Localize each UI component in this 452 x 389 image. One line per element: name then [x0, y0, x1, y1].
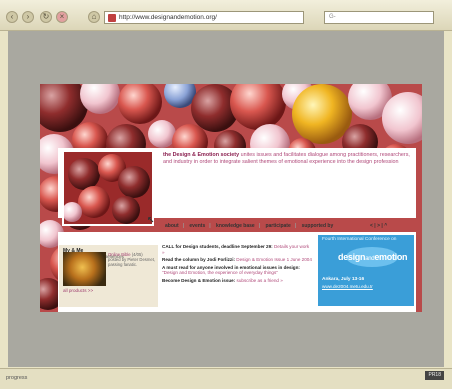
news-list: CALL for Design students, deadline Septe… [162, 244, 312, 285]
search-label: G- [329, 14, 336, 20]
conference-logo: designandemotion [338, 252, 408, 262]
nav-participate[interactable]: participate [265, 223, 290, 229]
search-field[interactable]: G- [324, 11, 434, 24]
status-text: progress [6, 375, 28, 381]
site-nav: about | events | knowledge base | participa… [165, 223, 334, 229]
browser-toolbar: ‹ › ↻ × ⌂ http://www.designandemotion.or… [0, 0, 452, 31]
news-item: CALL for Design students, deadline Septe… [162, 244, 310, 255]
featured-caption: Online Bible (4/05) posted by Pieter Des… [108, 252, 156, 267]
header-photo [62, 150, 154, 226]
address-url: http://www.designandemotion.org/ [119, 14, 217, 21]
news-link[interactable]: Design & Emotion Issue 1 June 2004 [236, 257, 312, 262]
favicon-icon [108, 14, 116, 22]
featured-thumbnail[interactable] [63, 252, 106, 286]
home-button[interactable]: ⌂ [88, 11, 100, 23]
intro-brand: the Design & Emotion society [163, 152, 240, 158]
corner-arrow-icon: ↖ [147, 215, 155, 225]
news-item: Become Design & Emotion issue: subscribe… [162, 277, 283, 283]
status-badge: PR18 [425, 371, 444, 380]
conference-link[interactable]: www.de2004.metu.edu.tr [322, 284, 373, 289]
status-bar: progress PR18 [0, 368, 452, 389]
nav-events[interactable]: events [189, 223, 205, 229]
news-item: Read the column by Jodi Forlizzi: Design… [162, 257, 312, 262]
conference-date: Ankara, July 13-16 [322, 277, 365, 282]
intro-text: the Design & Emotion society unites issu… [163, 152, 411, 167]
nav-about[interactable]: about [165, 223, 179, 229]
news-link[interactable]: "Design and Emotion, the experience of e… [162, 270, 278, 275]
conference-heading: Fourth International Conference on [322, 237, 397, 242]
nav-arrows[interactable]: < | > | ^ [370, 222, 387, 230]
reload-button[interactable]: ↻ [40, 11, 52, 23]
conference-banner[interactable]: Fourth International Conference on desig… [318, 235, 414, 306]
nav-knowledge-base[interactable]: knowledge base [216, 223, 255, 229]
back-button[interactable]: ‹ [6, 11, 18, 23]
forward-button[interactable]: › [22, 11, 34, 23]
stop-button[interactable]: × [56, 11, 68, 23]
news-link[interactable]: subscribe as a friend » [237, 278, 283, 283]
header-photo-marbles [62, 152, 152, 224]
featured-more-link[interactable]: all products >> [63, 288, 93, 293]
address-bar[interactable]: http://www.designandemotion.org/ [104, 11, 304, 24]
news-item: A must read for anyone involved in emoti… [162, 264, 300, 276]
nav-supported-by[interactable]: supported by [302, 223, 334, 229]
